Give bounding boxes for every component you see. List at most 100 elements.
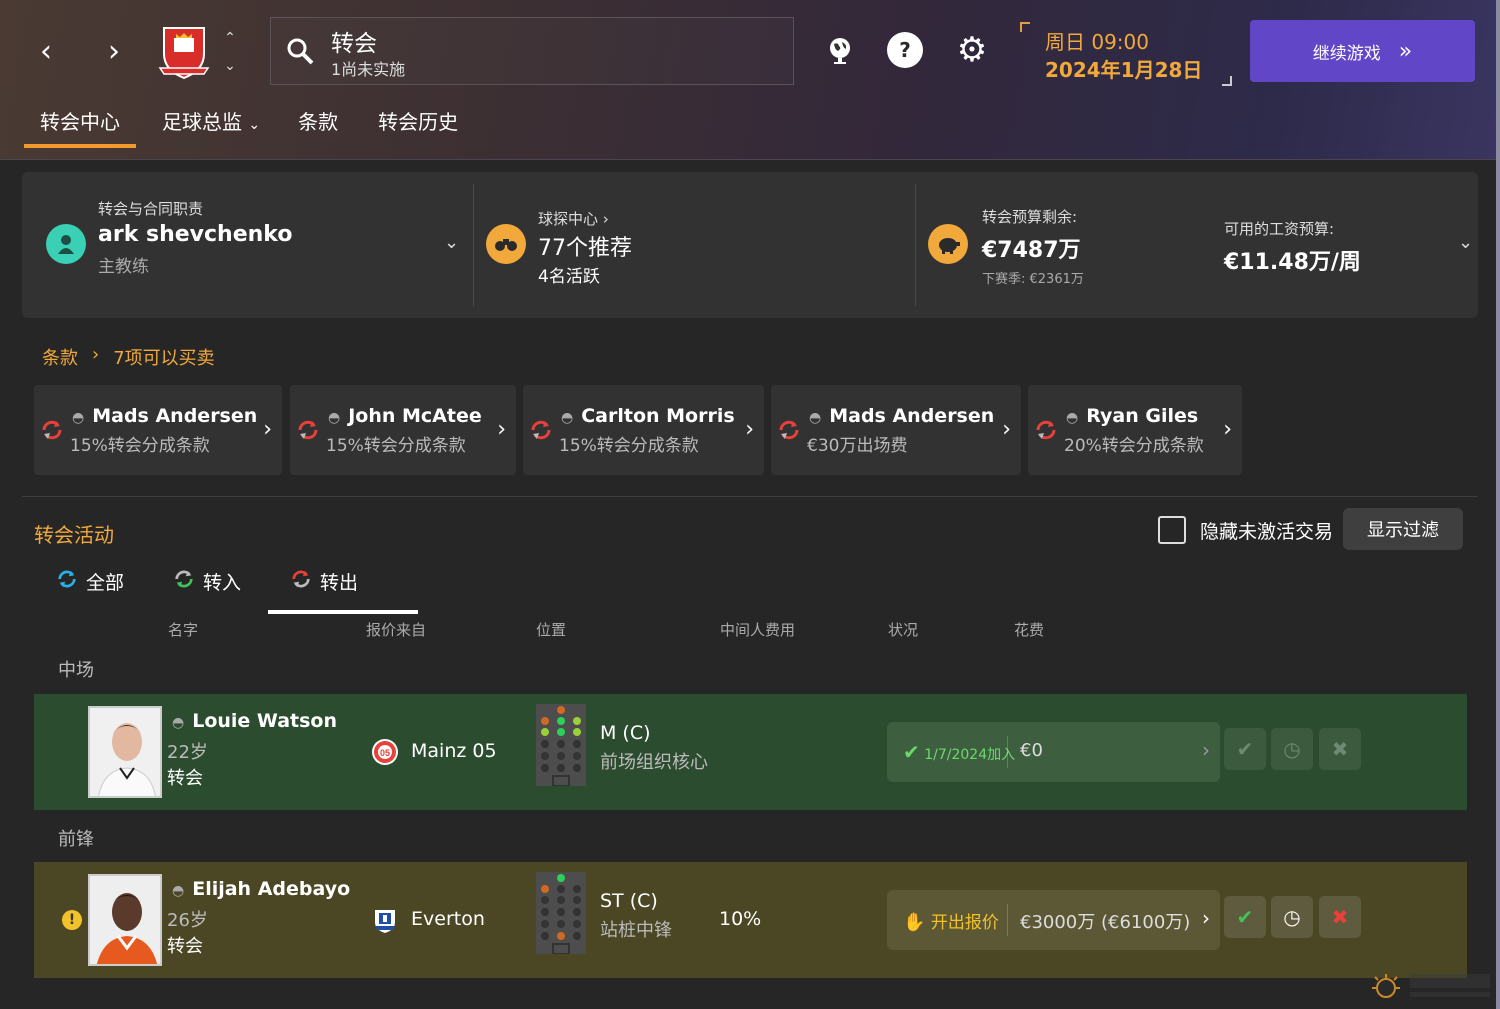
- accept-button[interactable]: ✔: [1224, 896, 1266, 938]
- clause-card[interactable]: ◓ Mads Andersen €30万出场费 ›: [771, 385, 1021, 475]
- warning-icon[interactable]: !: [62, 910, 82, 930]
- wage-value: €11.48万/周: [1224, 250, 1361, 275]
- table-row[interactable]: ◓ Louie Watson 22岁 转会 05 Mainz 05 M (C) 前…: [34, 694, 1467, 810]
- col-header-position[interactable]: 位置: [536, 619, 566, 640]
- person-icon: ◓: [561, 410, 574, 426]
- help-icon[interactable]: ?: [887, 32, 923, 68]
- manager-role: 主教练: [98, 257, 149, 277]
- subtab-all[interactable]: 全部: [56, 568, 124, 614]
- person-icon: ◓: [172, 715, 185, 731]
- player-photo[interactable]: [88, 874, 162, 966]
- clauses-breadcrumb[interactable]: 条款 › 7项可以买卖: [42, 344, 215, 370]
- globe-icon[interactable]: [822, 32, 858, 68]
- transfer-all-icon: [58, 570, 76, 588]
- person-icon: ◓: [72, 410, 85, 426]
- forward-arrow-icon[interactable]: ›: [94, 28, 134, 74]
- tab-director-of-football[interactable]: 足球总监 ⌄: [146, 108, 276, 148]
- clause-card[interactable]: ◓ Ryan Giles 20%转会分成条款 ›: [1028, 385, 1242, 475]
- search-subtitle: 1尚未实施: [331, 60, 406, 79]
- scouting-link[interactable]: 球探中心 ›: [538, 208, 609, 229]
- date-date: 2024年1月28日: [1045, 58, 1203, 82]
- subtab-in[interactable]: 转入: [173, 568, 241, 614]
- double-chevron-icon: »: [1398, 38, 1413, 64]
- clause-description: 15%转会分成条款: [326, 436, 466, 456]
- mainz-club-icon[interactable]: 05: [371, 738, 399, 766]
- chevron-down-icon[interactable]: ⌄: [444, 232, 459, 253]
- clause-player-name: John McAtee: [348, 405, 482, 427]
- club-name[interactable]: Mainz 05: [411, 740, 497, 762]
- transfer-out-icon: [292, 570, 310, 588]
- scouting-section[interactable]: 球探中心 › 77个推荐 4名活跃: [474, 172, 914, 318]
- position-pitch: [536, 704, 586, 787]
- gear-icon[interactable]: ⚙: [954, 30, 990, 70]
- tab-transfer-center[interactable]: 转会中心: [24, 108, 136, 148]
- position-pitch: [536, 872, 586, 955]
- person-icon: ◓: [809, 410, 822, 426]
- svg-text:05: 05: [380, 748, 390, 758]
- transfer-type: 转会: [167, 768, 203, 789]
- club-switch-icon[interactable]: ⌃ ⌄: [218, 30, 242, 74]
- recommendations-count: 77个推荐: [538, 236, 632, 261]
- transfer-out-icon: [531, 420, 551, 440]
- table-row[interactable]: ! ◓ Elijah Adebayo 26岁 转会 Everton ST (C)…: [34, 862, 1467, 978]
- player-position: M (C): [600, 722, 651, 744]
- col-header-offer-from[interactable]: 报价来自: [366, 619, 426, 640]
- tab-clauses[interactable]: 条款: [282, 108, 354, 148]
- reject-button[interactable]: ✖: [1319, 896, 1361, 938]
- col-header-agent-fee[interactable]: 中间人费用: [720, 619, 795, 640]
- manager-name: ark shevchenko: [98, 222, 293, 247]
- chevron-down-icon[interactable]: ⌄: [1458, 232, 1473, 253]
- top-header: ‹ › ⌃ ⌄ 转会 1尚未实施 ? ⚙ 周日 09:00 2024年1月28日…: [0, 0, 1496, 160]
- clause-card[interactable]: ◓ Carlton Morris 15%转会分成条款 ›: [523, 385, 764, 475]
- active-count: 4名活跃: [538, 267, 600, 287]
- continue-label: 继续游戏: [1312, 43, 1381, 64]
- hide-inactive-checkbox[interactable]: [1158, 516, 1186, 544]
- show-filter-button[interactable]: 显示过滤: [1343, 508, 1463, 550]
- piggy-bank-icon: [928, 224, 968, 264]
- watermark-logo: [1372, 966, 1496, 1004]
- budget-section[interactable]: 转会预算剩余: €7487万 下赛季: €2361万 可用的工资预算: €11.…: [916, 172, 1476, 318]
- continue-game-button[interactable]: 继续游戏 »: [1250, 20, 1475, 82]
- subtab-out[interactable]: 转出: [267, 568, 419, 614]
- everton-club-icon[interactable]: [371, 906, 399, 934]
- clause-card[interactable]: ◓ John McAtee 15%转会分成条款 ›: [290, 385, 516, 475]
- check-icon: ✔: [903, 740, 920, 764]
- player-name[interactable]: Elijah Adebayo: [192, 878, 350, 900]
- transfer-cost: €3000万 (€6100万): [1020, 912, 1191, 933]
- transfer-in-icon: [175, 570, 193, 588]
- club-name[interactable]: Everton: [411, 908, 485, 930]
- chevron-right-icon: ›: [1202, 738, 1210, 762]
- transfer-out-icon: [1036, 420, 1056, 440]
- club-badge-icon[interactable]: [156, 24, 212, 80]
- search-icon: [287, 38, 314, 65]
- transfer-out-icon: [298, 420, 318, 440]
- transfer-type: 转会: [167, 936, 203, 957]
- status-pill[interactable]: ✔ 1/7/2024加入 €0 ›: [887, 722, 1220, 782]
- clock-icon[interactable]: ◷: [1271, 728, 1313, 770]
- clause-player-name: Carlton Morris: [581, 405, 735, 427]
- player-role: 站桩中锋: [600, 920, 672, 941]
- search-box[interactable]: 转会 1尚未实施: [270, 17, 794, 85]
- player-name[interactable]: Louie Watson: [192, 710, 337, 732]
- player-photo[interactable]: [88, 706, 162, 798]
- responsibility-section[interactable]: 转会与合同职责 ark shevchenko 主教练 ⌄: [22, 172, 472, 318]
- chevron-right-icon: ›: [263, 417, 272, 442]
- clause-card[interactable]: ◓ Mads Andersen 15%转会分成条款 ›: [34, 385, 282, 475]
- chevron-right-icon: ›: [1002, 417, 1011, 442]
- tab-transfer-history[interactable]: 转会历史: [362, 108, 474, 148]
- col-header-status[interactable]: 状况: [888, 619, 918, 640]
- back-arrow-icon[interactable]: ‹: [26, 28, 66, 74]
- hide-inactive-label[interactable]: 隐藏未激活交易: [1200, 517, 1333, 544]
- col-header-name[interactable]: 名字: [168, 619, 198, 640]
- reject-button[interactable]: ✖: [1319, 728, 1361, 770]
- status-pill[interactable]: ✋ 开出报价 €3000万 (€6100万) ›: [887, 890, 1220, 950]
- status-text: ✔ 1/7/2024加入: [903, 740, 1016, 764]
- binoculars-icon: [486, 224, 526, 264]
- col-header-cost[interactable]: 花费: [1014, 619, 1044, 640]
- person-icon: ◓: [1066, 410, 1079, 426]
- person-icon: ◓: [328, 410, 341, 426]
- group-label-forward: 前锋: [58, 829, 94, 850]
- chevron-right-icon: ›: [497, 417, 506, 442]
- clock-icon[interactable]: ◷: [1271, 896, 1313, 938]
- accept-button[interactable]: ✔: [1224, 728, 1266, 770]
